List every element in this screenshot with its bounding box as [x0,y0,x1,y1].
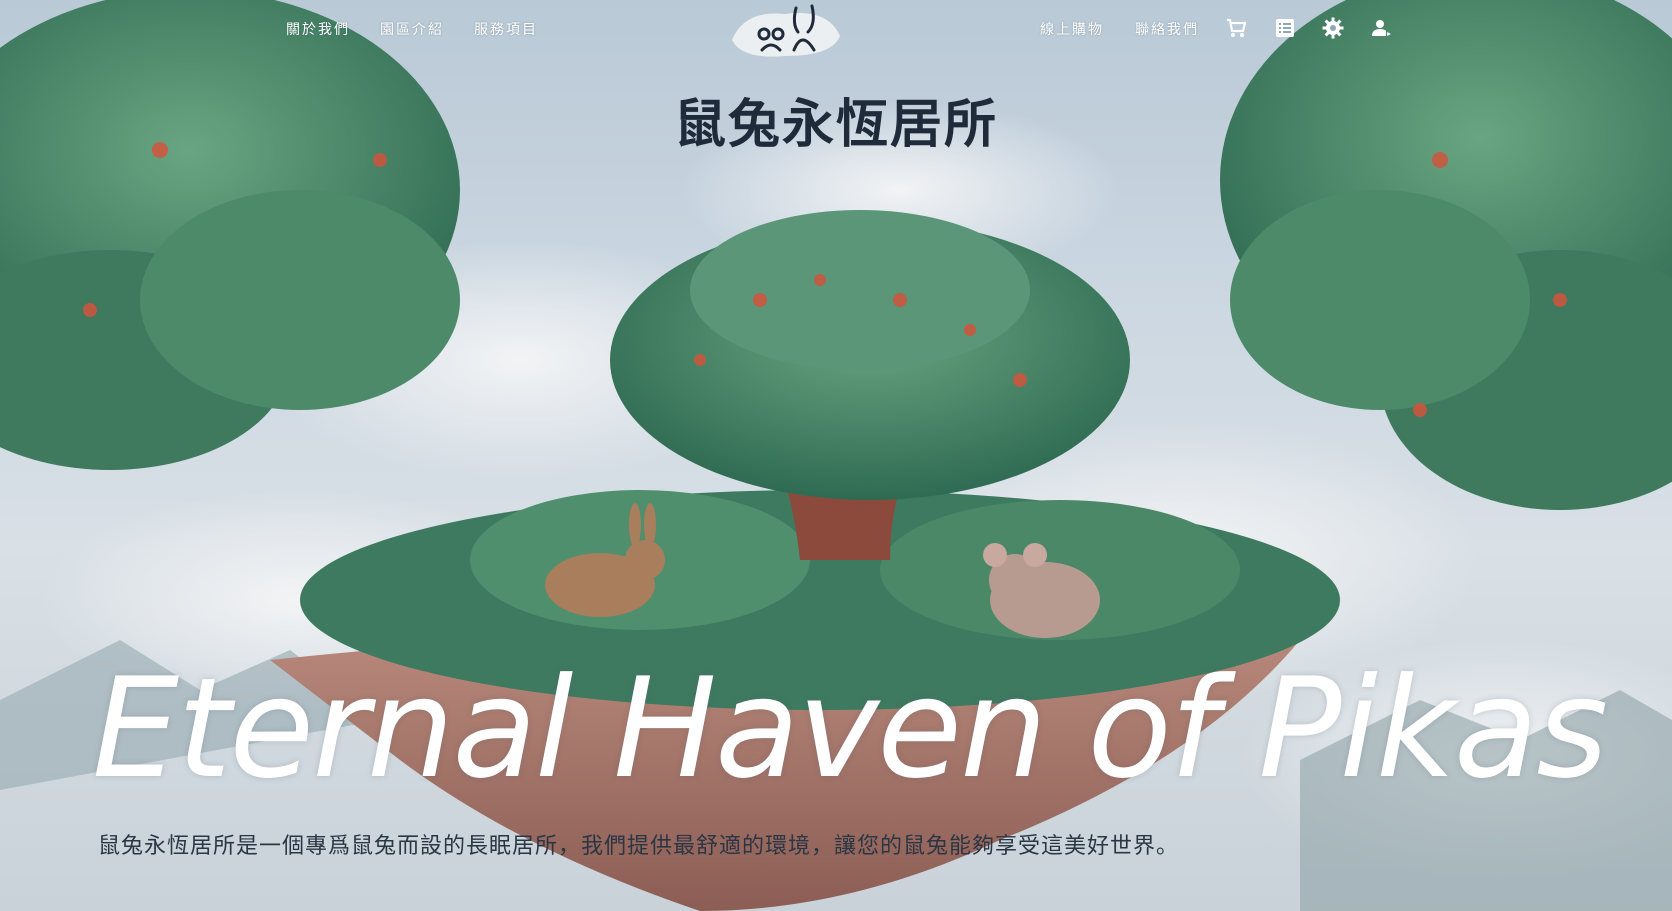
nav-about-us[interactable]: 關於我們 [286,19,350,39]
user-icon[interactable] [1369,16,1393,40]
cart-icon[interactable] [1224,16,1248,40]
nav-park-intro[interactable]: 園區介紹 [380,19,444,39]
list-icon[interactable] [1273,16,1297,40]
nav-services[interactable]: 服務項目 [474,19,538,39]
nav-online-shop[interactable]: 線上購物 [1040,19,1104,39]
page-title: 鼠兔永恆居所 [673,94,998,155]
settings-icon[interactable] [1321,16,1345,40]
site-logo[interactable] [724,0,848,62]
nav-contact-us[interactable]: 聯絡我們 [1135,19,1199,39]
hero-headline: Eternal Haven of Pikas [92,648,1608,809]
hero-tagline: 鼠兔永恆居所是一個專爲鼠兔而設的長眠居所，我們提供最舒適的環境，讓您的鼠兔能夠享… [98,834,1180,859]
top-navigation: 關於我們 園區介紹 服務項目 線上購物 聯絡我們 [0,0,1672,58]
